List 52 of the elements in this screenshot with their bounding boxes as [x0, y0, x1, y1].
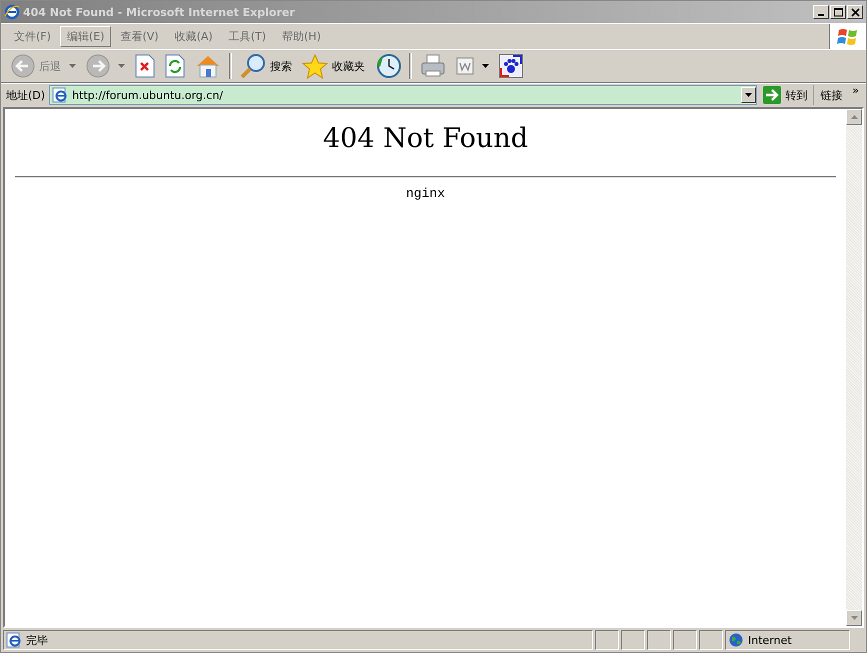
menu-item[interactable]: 文件(F): [7, 26, 58, 47]
close-icon: [850, 8, 860, 16]
maximize-icon: [834, 8, 842, 16]
right-arrow-icon: [763, 86, 782, 104]
page-icon: [6, 632, 22, 648]
dropdown-button[interactable]: [741, 87, 756, 103]
status-panel: [699, 630, 723, 650]
more-chevron[interactable]: »: [848, 84, 863, 97]
maximize-button[interactable]: [830, 5, 846, 19]
dropdown-arrow-icon: [69, 64, 76, 68]
zone-label: Internet: [748, 634, 792, 646]
stop-icon: [135, 54, 155, 78]
minimize-icon: [818, 14, 824, 16]
status-panel: [595, 630, 619, 650]
paw-icon: [499, 54, 523, 78]
scrollbar[interactable]: [846, 109, 862, 626]
go-button[interactable]: 转到: [759, 85, 814, 105]
ie-logo-icon: [4, 4, 20, 20]
down-arrow-icon: [850, 616, 858, 620]
links-label[interactable]: 链接: [816, 88, 846, 102]
dropdown-arrow-icon: [745, 93, 752, 97]
search-button[interactable]: 搜索: [236, 51, 296, 81]
document-icon: [456, 57, 474, 75]
server-name: nginx: [404, 186, 446, 201]
house-icon: [195, 54, 221, 78]
printer-icon: [420, 54, 446, 78]
menu-item[interactable]: 编辑(E): [60, 26, 112, 47]
address-field[interactable]: http://forum.ubuntu.org.cn/: [49, 85, 758, 105]
status-panel: [673, 630, 697, 650]
status-panel: [647, 630, 671, 650]
close-button[interactable]: [847, 5, 863, 19]
window-title: 404 Not Found - Microsoft Internet Explorer: [23, 6, 296, 18]
globe-icon: [729, 633, 743, 647]
up-arrow-icon: [850, 115, 858, 119]
menu-item[interactable]: 帮助(H): [275, 26, 328, 47]
windows-flag-icon: [837, 26, 859, 46]
status-panel: [621, 630, 645, 650]
minimize-button[interactable]: [813, 5, 829, 19]
magnifier-icon: [240, 53, 266, 79]
page-heading: 404 Not Found: [322, 123, 529, 154]
status-text: 完毕: [26, 632, 48, 648]
dropdown-arrow-icon: [118, 64, 125, 68]
menu-item[interactable]: 工具(T): [222, 26, 273, 47]
dropdown-arrow-icon: [482, 64, 489, 68]
menu-item[interactable]: 查看(V): [113, 26, 166, 47]
star-icon: [302, 54, 328, 78]
refresh-icon: [165, 54, 185, 78]
clock-icon: [375, 53, 401, 79]
favorites-button[interactable]: 收藏夹: [298, 51, 369, 81]
menu-item[interactable]: 收藏(A): [168, 26, 220, 47]
page-icon: [52, 87, 68, 103]
address-label: 地址(D): [5, 88, 46, 102]
